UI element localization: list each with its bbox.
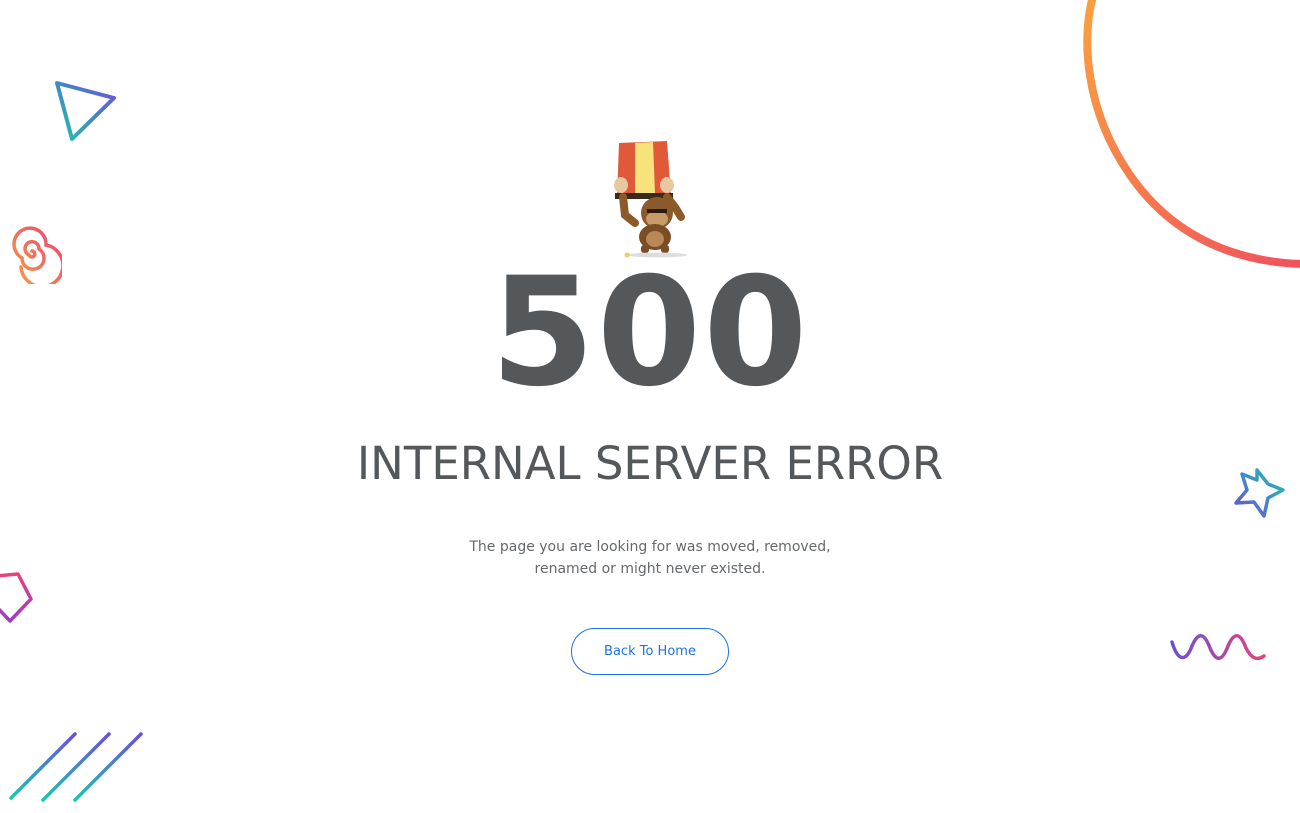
error-title: INTERNAL SERVER ERROR (356, 437, 944, 490)
pentagon-icon (0, 572, 33, 623)
wave-icon (1170, 634, 1266, 661)
error-description: The page you are looking for was moved, … (450, 536, 850, 580)
back-to-home-button[interactable]: Back To Home (571, 628, 729, 675)
monkey-holding-bucket-icon (614, 141, 687, 258)
diagonal-lines-icon (9, 732, 143, 802)
arc-icon (1083, 0, 1300, 268)
description-line-2: renamed or might never existed. (534, 561, 766, 577)
description-line-1: The page you are looking for was moved, … (469, 539, 831, 555)
error-page: 500 INTERNAL SERVER ERROR The page you a… (0, 0, 1300, 813)
error-code: 500 (490, 246, 810, 420)
triangle-icon (55, 81, 116, 141)
